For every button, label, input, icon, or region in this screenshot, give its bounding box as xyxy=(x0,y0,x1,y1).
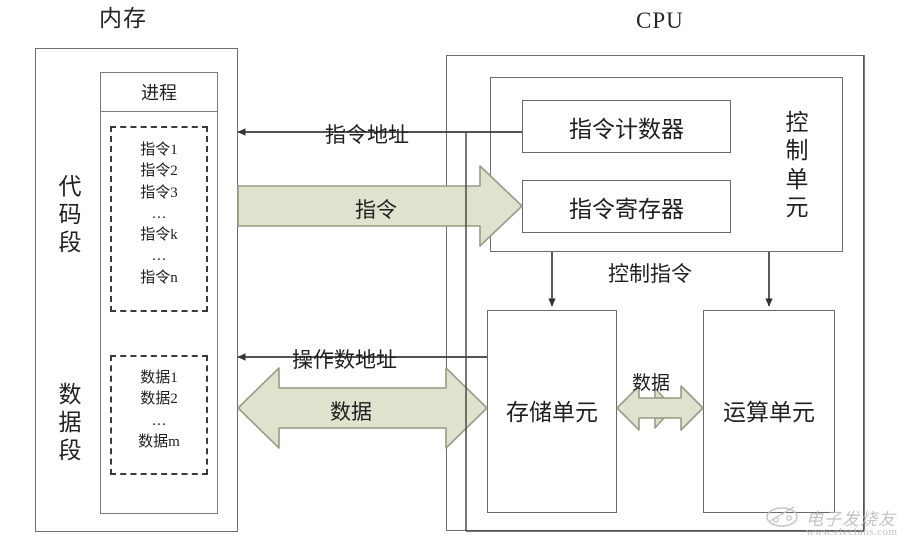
storage-unit-label: 存储单元 xyxy=(506,400,598,425)
data-item: … xyxy=(151,412,167,429)
instruction-address-label: 指令地址 xyxy=(325,123,409,147)
data-segment-label: 数 据 段 xyxy=(58,381,82,464)
arithmetic-unit-label: 运算单元 xyxy=(723,400,815,425)
memory-title: 内存 xyxy=(99,6,147,31)
data-bus-memory-label: 数据 xyxy=(330,400,372,424)
data-item: 数据m xyxy=(138,433,180,450)
watermark-logo-icon xyxy=(766,506,798,527)
operand-address-label: 操作数地址 xyxy=(292,348,397,372)
data-item-list: 数据1 数据2 … 数据m xyxy=(110,368,208,453)
control-unit-label: 控 制 单 元 xyxy=(785,110,809,220)
code-item: 指令3 xyxy=(140,184,178,201)
control-instruction-label: 控制指令 xyxy=(608,262,692,286)
data-bus-internal-label: 数据 xyxy=(632,373,671,394)
cpu-title: CPU xyxy=(636,8,684,33)
code-item: … xyxy=(151,205,167,222)
diagram-canvas: 内存 CPU 代 码 段 数 据 段 进程 指令1 指令2 指令3 … 指令k … xyxy=(0,0,904,545)
code-item-list: 指令1 指令2 指令3 … 指令k … 指令n xyxy=(110,140,208,289)
code-segment-label: 代 码 段 xyxy=(58,173,82,256)
instruction-bus-label: 指令 xyxy=(355,198,397,222)
code-item: … xyxy=(151,248,167,265)
code-item: 指令2 xyxy=(140,163,178,180)
instruction-counter-label: 指令计数器 xyxy=(569,116,684,142)
instruction-register-label: 指令寄存器 xyxy=(569,196,684,222)
code-item: 指令1 xyxy=(140,142,178,158)
watermark-site: www.elecfans.com xyxy=(806,526,898,538)
data-item: 数据2 xyxy=(140,391,178,408)
code-item: 指令n xyxy=(140,269,178,286)
process-header-label: 进程 xyxy=(141,83,177,103)
data-item: 数据1 xyxy=(140,370,178,386)
code-item: 指令k xyxy=(140,227,178,244)
